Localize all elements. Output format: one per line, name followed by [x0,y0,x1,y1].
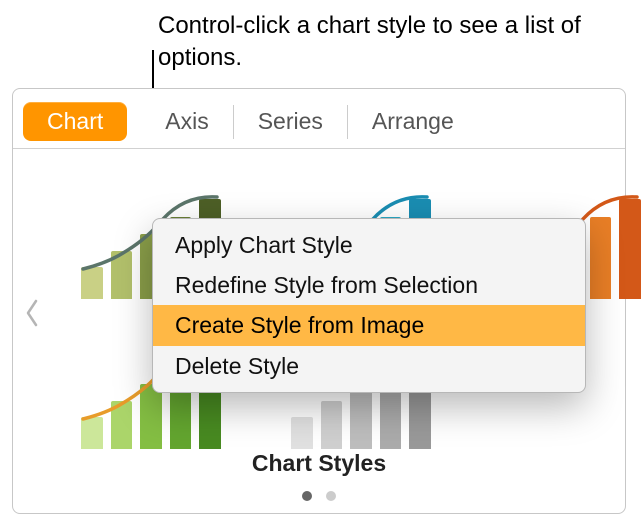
tab-arrange[interactable]: Arrange [368,100,458,143]
chart-styles-label: Chart Styles [13,450,625,477]
menu-item-delete-style[interactable]: Delete Style [153,346,585,386]
chevron-left-icon [24,299,40,327]
menu-item-redefine-style[interactable]: Redefine Style from Selection [153,265,585,305]
chart-style-context-menu: Apply Chart Style Redefine Style from Se… [152,218,586,393]
tab-divider [233,105,234,139]
chart-styles-page-dots [13,491,625,501]
menu-item-apply-style[interactable]: Apply Chart Style [153,225,585,265]
page-dot[interactable] [302,491,312,501]
callout-text: Control-click a chart style to see a lis… [158,10,588,75]
page-dot[interactable] [326,491,336,501]
tab-divider [347,105,348,139]
tab-chart[interactable]: Chart [23,102,127,141]
tab-axis[interactable]: Axis [161,100,212,143]
menu-item-create-style-from-image[interactable]: Create Style from Image [153,305,585,345]
tab-series[interactable]: Series [254,100,327,143]
documentation-figure: Control-click a chart style to see a lis… [0,0,644,532]
inspector-tabs: Chart Axis Series Arrange [13,95,625,149]
